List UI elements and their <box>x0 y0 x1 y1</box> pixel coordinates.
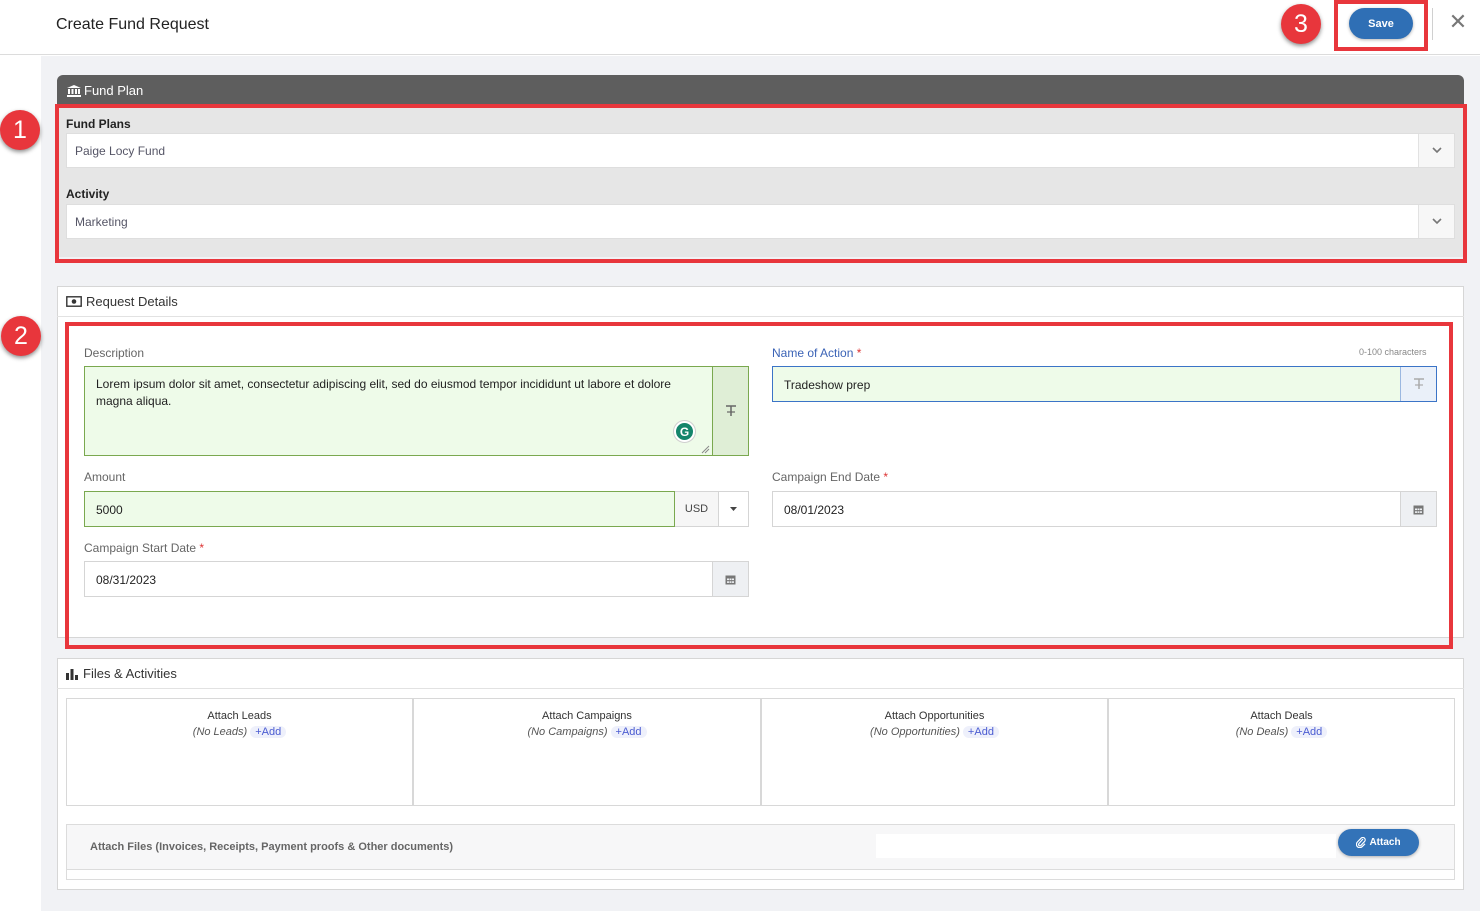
top-bar: Create Fund Request Save ✕ <box>0 0 1480 55</box>
campaign-end-date-value: 08/01/2023 <box>784 503 845 517</box>
bank-icon <box>67 84 81 97</box>
attach-label: Attach <box>1369 837 1401 848</box>
chevron-down-icon[interactable] <box>1418 205 1454 238</box>
attach-leads-title: Attach Leads <box>207 710 272 722</box>
activity-select[interactable]: Marketing <box>66 204 1455 239</box>
attach-files-row: Attach Files (Invoices, Receipts, Paymen… <box>66 824 1455 870</box>
activity-value: Marketing <box>75 215 128 229</box>
campaign-start-date-input[interactable]: 08/31/2023 <box>84 561 749 597</box>
attach-files-label: Attach Files (Invoices, Receipts, Paymen… <box>90 841 454 853</box>
add-label: Add <box>1302 726 1323 738</box>
activity-label: Activity <box>66 187 110 201</box>
chevron-down-icon[interactable] <box>1418 134 1454 167</box>
description-text: Lorem ipsum dolor sit amet, consectetur … <box>96 377 671 408</box>
name-of-action-input[interactable]: Tradeshow prep <box>772 366 1437 402</box>
add-opportunities-button[interactable]: +Add <box>962 726 999 738</box>
name-of-action-value: Tradeshow prep <box>784 378 871 392</box>
name-of-action-label: Name of Action * <box>772 346 861 360</box>
attach-leads-box: Attach Leads (No Leads) +Add <box>66 698 413 806</box>
close-icon[interactable]: ✕ <box>1448 8 1468 36</box>
amount-value: 5000 <box>96 503 123 517</box>
attach-button[interactable]: Attach <box>1338 829 1419 856</box>
calendar-icon[interactable] <box>712 562 748 596</box>
add-deals-button[interactable]: +Add <box>1291 726 1328 738</box>
money-icon <box>66 296 82 307</box>
files-list <box>66 870 1455 880</box>
request-details-title: Request Details <box>86 294 178 309</box>
currency-label: USD <box>675 491 719 527</box>
resize-handle[interactable] <box>701 445 710 454</box>
divider <box>1432 8 1433 40</box>
campaign-end-date-input[interactable]: 08/01/2023 <box>772 491 1437 527</box>
attach-deals-box: Attach Deals (No Deals) +Add <box>1108 698 1455 806</box>
fund-plan-title: Fund Plan <box>84 83 144 98</box>
add-leads-button[interactable]: +Add <box>250 726 287 738</box>
save-button[interactable]: Save <box>1349 8 1413 39</box>
divider <box>57 688 1464 689</box>
amount-label: Amount <box>84 470 126 484</box>
format-icon[interactable] <box>712 367 748 455</box>
files-activities-title: Files & Activities <box>83 666 177 681</box>
annotation-badge-2: 2 <box>1 316 41 356</box>
caret-down-icon <box>730 507 737 511</box>
bar-chart-icon <box>66 668 78 680</box>
page-title: Create Fund Request <box>56 16 209 33</box>
name-of-action-label-text: Name of Action <box>772 346 854 360</box>
description-textarea[interactable]: Lorem ipsum dolor sit amet, consectetur … <box>84 366 749 456</box>
description-label: Description <box>84 346 145 360</box>
required-mark: * <box>883 470 889 484</box>
file-drop-area[interactable] <box>876 834 1336 858</box>
add-label: Add <box>621 726 642 738</box>
char-count-hint: 0-100 characters <box>1359 347 1427 357</box>
campaign-end-date-label-text: Campaign End Date <box>772 470 881 484</box>
attach-opportunities-title: Attach Opportunities <box>884 710 985 722</box>
fund-plans-select[interactable]: Paige Locy Fund <box>66 133 1455 168</box>
annotation-badge-1: 1 <box>0 110 40 150</box>
files-activities-header: Files & Activities <box>66 666 177 681</box>
attach-opportunities-box: Attach Opportunities (No Opportunities) +… <box>761 698 1108 806</box>
format-icon[interactable] <box>1400 367 1436 401</box>
campaign-end-date-label: Campaign End Date * <box>772 470 888 484</box>
fund-plan-header: Fund Plan <box>57 75 1464 105</box>
paperclip-icon <box>1356 837 1367 848</box>
request-details-header: Request Details <box>66 294 178 309</box>
campaign-start-date-label: Campaign Start Date * <box>84 541 204 555</box>
add-campaigns-button[interactable]: +Add <box>610 726 647 738</box>
attach-deals-title: Attach Deals <box>1250 710 1313 722</box>
fund-plans-label: Fund Plans <box>66 117 131 131</box>
campaign-start-date-label-text: Campaign Start Date <box>84 541 197 555</box>
fund-plans-value: Paige Locy Fund <box>75 144 166 158</box>
required-mark: * <box>199 541 205 555</box>
amount-input[interactable]: 5000 <box>84 491 675 527</box>
no-campaigns-text: (No Campaigns) <box>527 726 608 738</box>
no-deals-text: (No Deals) <box>1235 726 1289 738</box>
no-leads-text: (No Leads) <box>192 726 248 738</box>
campaign-start-date-value: 08/31/2023 <box>96 573 157 587</box>
no-opportunities-text: (No Opportunities) <box>870 726 960 738</box>
attach-campaigns-title: Attach Campaigns <box>542 710 632 722</box>
add-label: Add <box>974 726 994 738</box>
required-mark: * <box>856 346 862 360</box>
grammarly-icon[interactable]: G <box>674 421 695 442</box>
add-label: Add <box>261 726 282 738</box>
attach-campaigns-box: Attach Campaigns (No Campaigns) +Add <box>413 698 761 806</box>
calendar-icon[interactable] <box>1400 492 1436 526</box>
annotation-badge-3: 3 <box>1281 4 1321 44</box>
currency-dropdown[interactable] <box>719 491 749 527</box>
divider <box>57 316 1464 317</box>
